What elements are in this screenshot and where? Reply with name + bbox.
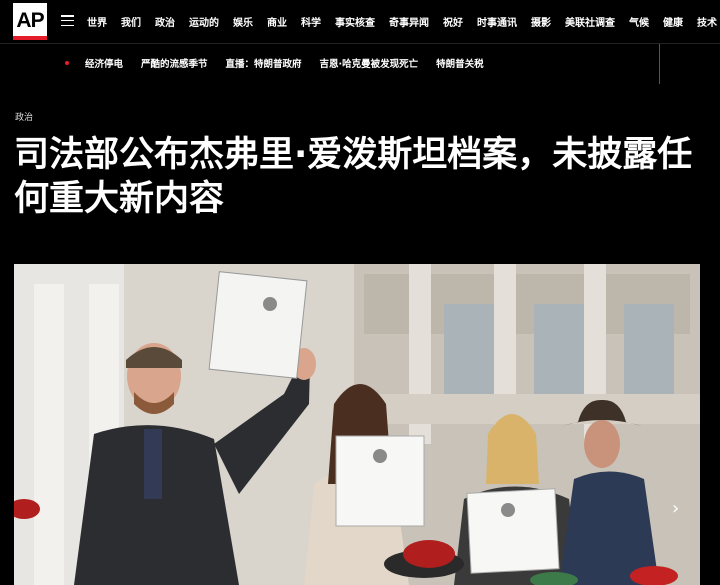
carousel-next-icon[interactable]: › (672, 498, 679, 519)
logo-accent-bar (13, 36, 47, 40)
hero-photo[interactable] (14, 264, 700, 585)
section-nav: 世界 我们 政治 运动的 娱乐 商业 科学 事实核查 奇事异闻 祝好 时事通讯 … (87, 0, 720, 43)
trending-item[interactable]: 经济停电 (85, 56, 123, 70)
trending-item[interactable]: 特朗普关税 (436, 56, 484, 70)
nav-item-climate[interactable]: 气候 (629, 14, 649, 29)
nav-item-be-well[interactable]: 祝好 (443, 14, 463, 29)
nav-item-photography[interactable]: 摄影 (531, 14, 551, 29)
nav-item-entertainment[interactable]: 娱乐 (233, 14, 253, 29)
nav-item-business[interactable]: 商业 (267, 14, 287, 29)
nav-item-oddities[interactable]: 奇事异闻 (389, 14, 429, 29)
nav-item-science[interactable]: 科学 (301, 14, 321, 29)
trending-item[interactable]: 吉恩·哈克曼被发现死亡 (320, 56, 419, 70)
nav-item-sports[interactable]: 运动的 (189, 14, 219, 29)
trending-list: 经济停电 严酷的流感季节 直播：特朗普政府 吉恩·哈克曼被发现死亡 特朗普关税 (85, 44, 502, 82)
nav-item-world[interactable]: 世界 (87, 14, 107, 29)
nav-item-us[interactable]: 我们 (121, 14, 141, 29)
hero-photo-illustration (14, 264, 700, 585)
nav-item-ap-investigations[interactable]: 美联社调查 (565, 14, 615, 29)
nav-item-health[interactable]: 健康 (663, 14, 683, 29)
nav-item-fact-check[interactable]: 事实核查 (335, 14, 375, 29)
nav-item-politics[interactable]: 政治 (155, 14, 175, 29)
ap-logo[interactable]: AP (13, 3, 47, 39)
trending-item[interactable]: 直播：特朗普政府 (226, 56, 302, 70)
trending-item[interactable]: 严酷的流感季节 (141, 56, 208, 70)
menu-icon[interactable] (61, 15, 74, 26)
article-section-label[interactable]: 政治 (15, 110, 33, 123)
nav-item-tech[interactable]: 技术 (697, 14, 717, 29)
article-headline: 司法部公布杰弗里·爱泼斯坦档案，未披露任何重大新内容 (14, 135, 693, 219)
top-navigation: AP 世界 我们 政治 运动的 娱乐 商业 科学 事实核查 奇事异闻 祝好 时事… (0, 0, 720, 43)
nav-item-newsletters[interactable]: 时事通讯 (477, 14, 517, 29)
live-dot-icon (65, 61, 69, 65)
trending-bar: 经济停电 严酷的流感季节 直播：特朗普政府 吉恩·哈克曼被发现死亡 特朗普关税 (0, 43, 720, 84)
divider (659, 44, 660, 84)
